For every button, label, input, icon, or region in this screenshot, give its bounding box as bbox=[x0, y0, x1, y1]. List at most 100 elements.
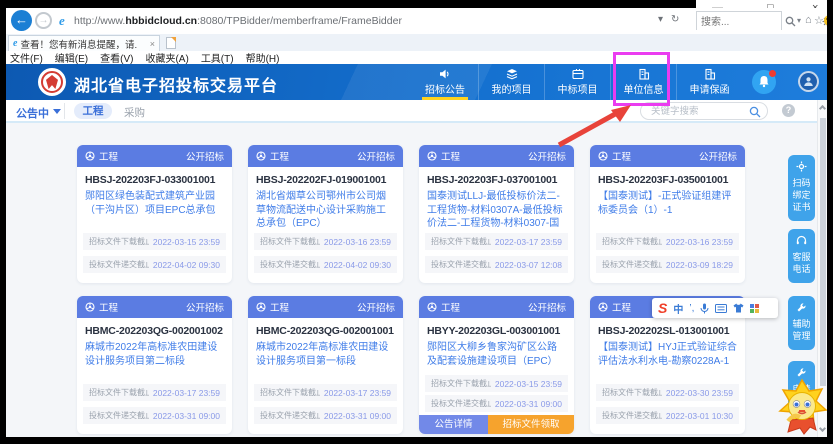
browser-search-input[interactable] bbox=[697, 14, 781, 31]
headset-icon bbox=[796, 235, 807, 246]
field-label: 投标文件递交截止时间 bbox=[89, 259, 149, 270]
menu-bar: 文件(F) 编辑(E) 查看(V) 收藏夹(A) 工具(T) 帮助(H) bbox=[6, 51, 827, 64]
card-title-link[interactable]: 【国泰测试】-正式验证组建评标委员会（1）-1 bbox=[598, 190, 737, 217]
card-title-link[interactable]: 麻城市2022年高标准农田建设设计服务项目第二标段 bbox=[85, 341, 224, 368]
card-code: HBSJ-202203FJ-033001001 bbox=[85, 174, 224, 186]
status-filter-dropdown[interactable]: 公告中 bbox=[16, 105, 61, 121]
main-nav: 招标公告 我的项目 中标项目 单位信息 申请保函 bbox=[412, 64, 742, 100]
card-code: HBMC-202203QG-002001001 bbox=[256, 325, 395, 337]
field-label: 招标文件下载截止时间 bbox=[431, 378, 491, 389]
card-title-link[interactable]: 国泰测试LLJ-最低投标价法二-工程货物-材料0307A-最低投标价法二-工程货… bbox=[427, 190, 566, 231]
ime-language-icon[interactable]: 中 bbox=[673, 301, 683, 316]
announcement-card[interactable]: 工程公开招标 HBMC-202203QG-002001002 麻城市2022年高… bbox=[77, 296, 232, 434]
scroll-up-icon[interactable] bbox=[819, 105, 826, 112]
microphone-icon[interactable] bbox=[700, 303, 709, 314]
star-mascot[interactable] bbox=[774, 378, 827, 436]
skin-shirt-icon[interactable] bbox=[733, 303, 744, 313]
tab-engineering[interactable]: 工程 bbox=[74, 103, 112, 119]
field-value: 2022-03-17 23:59 bbox=[153, 388, 220, 398]
url-field[interactable]: http://www.hbbidcloud.cn:8080/TPBidder/m… bbox=[74, 15, 654, 27]
card-type: 工程 bbox=[270, 300, 289, 314]
menu-edit[interactable]: 编辑(E) bbox=[55, 50, 88, 65]
refresh-icon[interactable]: ↻ bbox=[671, 14, 679, 25]
tab-procurement[interactable]: 采购 bbox=[124, 105, 145, 120]
card-title-link[interactable]: 郧阳区绿色装配式建筑产业园（干沟片区）项目EPC总承包 bbox=[85, 190, 224, 217]
scrollbar-thumb[interactable] bbox=[820, 118, 826, 386]
search-magnifier-icon[interactable] bbox=[785, 16, 796, 27]
tab-favicon: e bbox=[13, 38, 17, 49]
help-icon[interactable]: ? bbox=[782, 104, 795, 117]
search-icon[interactable] bbox=[749, 106, 761, 118]
field-value: 2022-03-31 09:00 bbox=[153, 411, 220, 421]
site-title: 湖北省电子招投标交易平台 bbox=[74, 72, 278, 96]
home-icon[interactable]: ⌂ bbox=[805, 14, 812, 26]
browser-search-box[interactable] bbox=[696, 11, 782, 30]
project-type-icon bbox=[427, 151, 437, 161]
card-type: 工程 bbox=[99, 300, 118, 314]
customer-service-phone-button[interactable]: 客服 电话 bbox=[788, 229, 815, 283]
filter-toolbar: 公告中 工程 采购 ? bbox=[6, 100, 827, 123]
card-actions: 公告详情 招标文件领取 bbox=[419, 415, 574, 434]
back-button[interactable]: ← bbox=[11, 10, 32, 31]
project-type-icon bbox=[256, 151, 266, 161]
field-value: 2022-03-31 09:00 bbox=[324, 411, 391, 421]
announcement-card[interactable]: 工程公开招标 HBMC-202203QG-002001001 麻城市2022年高… bbox=[248, 296, 403, 434]
ime-menu-grid-icon[interactable] bbox=[750, 304, 759, 313]
field-label: 投标文件递交截止时间 bbox=[89, 410, 149, 421]
card-title-link[interactable]: 湖北省烟草公司鄂州市公司烟草物流配送中心设计采购施工总承包（EPC） bbox=[256, 190, 395, 231]
auxiliary-management-button[interactable]: 辅助 管理 bbox=[788, 296, 815, 350]
obtain-bid-document-button[interactable]: 招标文件领取 bbox=[488, 415, 574, 434]
notification-bell-button[interactable] bbox=[752, 70, 776, 94]
card-title-link[interactable]: 麻城市2022年高标准农田建设设计服务项目第一标段 bbox=[256, 341, 395, 368]
address-bar-row: ← → e http://www.hbbidcloud.cn:8080/TPBi… bbox=[6, 8, 827, 34]
field-value: 2022-03-16 23:59 bbox=[324, 237, 391, 247]
announcement-card[interactable]: 工程公开招标 HBSJ-202203FJ-033001001 郧阳区绿色装配式建… bbox=[77, 145, 232, 283]
card-code: HBSJ-202203FJ-035001001 bbox=[598, 174, 737, 186]
menu-tools[interactable]: 工具(T) bbox=[201, 50, 234, 65]
browser-window: — □ × ← → e http://www.hbbidcloud.cn:808… bbox=[6, 0, 827, 437]
user-avatar[interactable] bbox=[798, 71, 819, 92]
new-tab-button[interactable] bbox=[166, 37, 176, 49]
announcement-card[interactable]: 工程公开招标 HBSJ-202203FJ-035001001 【国泰测试】-正式… bbox=[590, 145, 745, 283]
url-dropdown-icon[interactable]: ▾ bbox=[658, 14, 663, 25]
nav-item-my-projects[interactable]: 我的项目 bbox=[478, 64, 544, 100]
card-code: HBSJ-202202SL-013001001 bbox=[598, 325, 737, 337]
nav-item-bid-announcements[interactable]: 招标公告 bbox=[412, 64, 478, 100]
nav-item-apply-guarantee[interactable]: 申请保函 bbox=[676, 64, 742, 100]
menu-file[interactable]: 文件(F) bbox=[10, 50, 43, 65]
announcement-card[interactable]: 工程公开招标 HBYY-202203GL-003001001 郧阳区大柳乡鲁家沟… bbox=[419, 296, 574, 434]
site-header: 湖北省电子招投标交易平台 招标公告 我的项目 中标项目 单位信息 申请保函 bbox=[6, 64, 827, 100]
menu-favorites[interactable]: 收藏夹(A) bbox=[145, 50, 188, 65]
field-label: 招标文件下载截止时间 bbox=[260, 236, 320, 247]
browser-tab[interactable]: e 查看！您有新消息提醒，请... × bbox=[8, 35, 160, 51]
scan-bind-certificate-button[interactable]: 扫码 绑定 证书 bbox=[788, 155, 815, 221]
ime-toolbar[interactable]: S 中 ’, bbox=[652, 298, 778, 318]
announcement-card[interactable]: 工程公开招标 HBSJ-202202FJ-019001001 湖北省烟草公司鄂州… bbox=[248, 145, 403, 283]
project-type-icon bbox=[85, 151, 95, 161]
nav-item-won-projects[interactable]: 中标项目 bbox=[544, 64, 610, 100]
field-value: 2022-03-09 18:29 bbox=[666, 260, 733, 270]
nav-label: 我的项目 bbox=[492, 81, 532, 96]
keyboard-icon[interactable] bbox=[715, 304, 727, 313]
tab-title: 查看！您有新消息提醒，请... bbox=[20, 37, 138, 51]
menu-view[interactable]: 查看(V) bbox=[100, 50, 133, 65]
search-dropdown-icon[interactable]: ▾ bbox=[797, 16, 801, 25]
card-code: HBYY-202203GL-003001001 bbox=[427, 325, 566, 337]
announcement-detail-button[interactable]: 公告详情 bbox=[419, 415, 488, 434]
project-type-icon bbox=[598, 151, 608, 161]
wrench-icon bbox=[796, 367, 807, 378]
card-title-link[interactable]: 【国泰测试】HYJ正式验证综合评估法水利水电-勘察0228A-1 bbox=[598, 341, 737, 368]
project-type-icon bbox=[427, 302, 437, 312]
card-type: 工程 bbox=[441, 300, 460, 314]
forward-button[interactable]: → bbox=[35, 12, 52, 29]
announcement-card[interactable]: 工程公开招标 HBSJ-202203FJ-037001001 国泰测试LLJ-最… bbox=[419, 145, 574, 283]
ime-punctuation-icon[interactable]: ’, bbox=[689, 303, 694, 314]
tab-close-icon[interactable]: × bbox=[150, 39, 155, 49]
card-title-link[interactable]: 郧阳区大柳乡鲁家沟矿区公路及配套设施建设项目（EPC） bbox=[427, 341, 566, 368]
field-value: 2022-03-31 09:00 bbox=[495, 399, 562, 409]
menu-help[interactable]: 帮助(H) bbox=[246, 50, 280, 65]
announcement-grid: 工程公开招标 HBSJ-202203FJ-033001001 郧阳区绿色装配式建… bbox=[6, 123, 827, 437]
field-value: 2022-03-30 23:59 bbox=[666, 388, 733, 398]
sogou-logo-icon[interactable]: S bbox=[658, 300, 667, 316]
bell-icon bbox=[758, 75, 770, 88]
